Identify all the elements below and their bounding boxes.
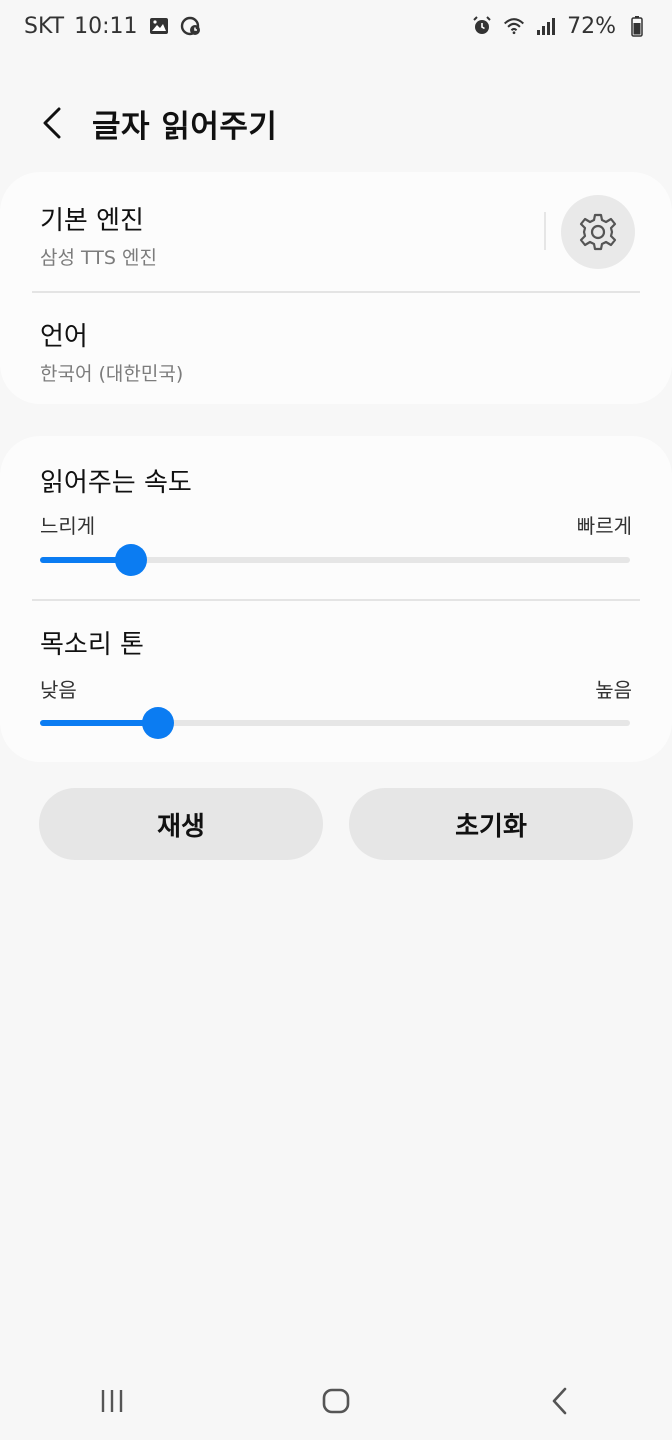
recent-apps-button[interactable] — [72, 1371, 152, 1431]
speech-rate-slider[interactable] — [40, 542, 630, 578]
engine-row[interactable]: 기본 엔진 삼성 TTS 엔진 — [40, 200, 532, 270]
engine-separator — [544, 212, 546, 250]
engine-settings-button[interactable] — [561, 195, 635, 269]
speech-rate-max-label: 빠르게 — [576, 514, 632, 538]
page-title: 글자 읽어주기 — [92, 108, 278, 145]
nav-back-button[interactable] — [520, 1371, 600, 1431]
language-value: 한국어 (대한민국) — [40, 363, 184, 385]
card1-divider — [32, 291, 640, 293]
engine-value: 삼성 TTS 엔진 — [40, 247, 157, 269]
clock: 10:11 — [74, 13, 138, 39]
recent-apps-icon — [101, 1390, 123, 1412]
gear-icon — [579, 213, 617, 251]
reset-button[interactable]: 초기화 — [349, 788, 633, 860]
speech-rate-labels: 느리게 빠르게 — [40, 510, 632, 539]
speech-rate-row: 읽어주는 속도 — [40, 462, 632, 499]
speech-rate-title: 읽어주는 속도 — [40, 468, 192, 498]
status-bar: SKT 10:11 72% — [0, 0, 672, 52]
battery-percent: 72% — [567, 13, 616, 39]
navigation-bar — [0, 1362, 672, 1440]
alarm-icon — [471, 15, 493, 37]
speech-rate-min-label: 느리게 — [40, 514, 96, 538]
nav-back-icon — [552, 1387, 567, 1415]
pitch-row: 목소리 톤 — [40, 624, 632, 661]
play-button[interactable]: 재생 — [39, 788, 323, 860]
language-title: 언어 — [40, 322, 88, 352]
back-button[interactable] — [22, 93, 82, 153]
app-header: 글자 읽어주기 — [0, 88, 672, 158]
battery-icon — [626, 15, 648, 37]
engine-title: 기본 엔진 — [40, 206, 144, 236]
pitch-max-label: 높음 — [595, 678, 632, 702]
pitch-fill — [40, 720, 158, 726]
status-right: 72% — [471, 14, 648, 39]
wifi-icon — [503, 15, 525, 37]
signal-icon — [535, 15, 557, 37]
pitch-labels: 낮음 높음 — [40, 674, 632, 703]
home-button[interactable] — [296, 1371, 376, 1431]
card2-divider — [32, 599, 640, 601]
home-icon — [322, 1388, 350, 1414]
engine-settings-card: 기본 엔진 삼성 TTS 엔진 언어 한국어 (대한민국) — [0, 172, 672, 404]
pitch-min-label: 낮음 — [40, 678, 77, 702]
pitch-slider[interactable] — [40, 705, 630, 741]
speech-rate-thumb[interactable] — [115, 544, 147, 576]
back-arrow-icon — [43, 107, 61, 139]
clock-sync-icon — [180, 15, 202, 37]
pitch-thumb[interactable] — [142, 707, 174, 739]
language-row[interactable]: 언어 한국어 (대한민국) — [40, 316, 632, 386]
carrier-label: SKT — [24, 13, 65, 39]
status-left: SKT 10:11 — [24, 14, 202, 39]
pitch-title: 목소리 톤 — [40, 630, 144, 660]
voice-settings-card: 읽어주는 속도 느리게 빠르게 목소리 톤 낮음 높음 — [0, 436, 672, 762]
gallery-icon — [148, 15, 170, 37]
